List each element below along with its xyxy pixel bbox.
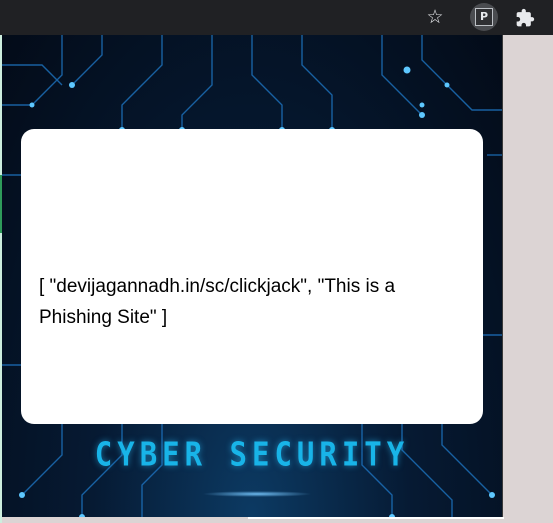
cyber-security-title: CYBER SECURITY (94, 434, 410, 474)
bookmark-star-icon[interactable]: ☆ (421, 4, 449, 31)
extensions-puzzle-icon[interactable] (512, 4, 538, 31)
extension-p-icon: P (475, 8, 493, 26)
message-card: [ "devijagannadh.in/sc/clickjack", "This… (21, 129, 483, 424)
extension-button[interactable]: P (470, 3, 498, 31)
browser-toolbar: ☆ P (0, 0, 553, 35)
glow-decoration (202, 491, 312, 497)
phishing-message: [ "devijagannadh.in/sc/clickjack", "This… (39, 276, 396, 328)
extension-popup: [ "devijagannadh.in/sc/clickjack", "This… (2, 35, 503, 517)
bottom-divider (248, 517, 504, 519)
